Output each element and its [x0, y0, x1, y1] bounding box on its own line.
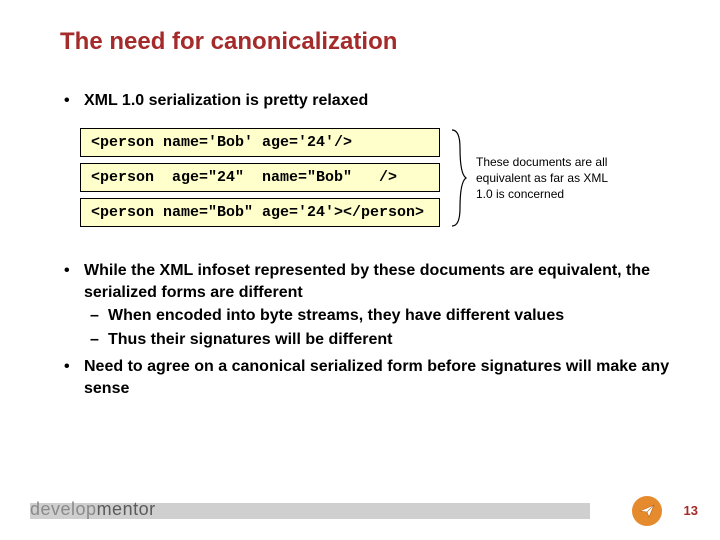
paper-plane-icon	[632, 496, 662, 526]
footer: developmentor 13	[0, 496, 720, 526]
bullet-list-top: XML 1.0 serialization is pretty relaxed	[60, 90, 670, 112]
brace-annotation: These documents are all equivalent as fa…	[448, 128, 626, 228]
code-examples: <person name='Bob' age='24'/> <person ag…	[80, 128, 440, 233]
logo-part-2: mentor	[97, 499, 156, 519]
annotation-text: These documents are all equivalent as fa…	[476, 154, 626, 203]
code-line-3: <person name="Bob" age='24'></person>	[80, 198, 440, 227]
logo-part-1: develop	[30, 499, 97, 519]
bullet-1: XML 1.0 serialization is pretty relaxed	[60, 90, 670, 112]
bullet-2-sub-2: Thus their signatures will be different	[84, 329, 670, 351]
page-number: 13	[684, 503, 698, 518]
slide-title: The need for canonicalization	[60, 28, 397, 56]
bullet-2-sub-1: When encoded into byte streams, they hav…	[84, 305, 670, 327]
code-line-1: <person name='Bob' age='24'/>	[80, 128, 440, 157]
slide: The need for canonicalization XML 1.0 se…	[0, 0, 720, 540]
bullet-list-bottom: While the XML infoset represented by the…	[60, 260, 670, 400]
content-top: XML 1.0 serialization is pretty relaxed	[60, 90, 670, 118]
sub-list: When encoded into byte streams, they hav…	[84, 305, 670, 350]
bullet-2: While the XML infoset represented by the…	[60, 260, 670, 350]
brace-icon	[448, 128, 468, 228]
bullet-2-text: While the XML infoset represented by the…	[84, 262, 650, 301]
content-bottom: While the XML infoset represented by the…	[60, 260, 670, 406]
footer-logo: developmentor	[30, 499, 156, 520]
code-line-2: <person age="24" name="Bob" />	[80, 163, 440, 192]
bullet-3: Need to agree on a canonical serialized …	[60, 356, 670, 399]
